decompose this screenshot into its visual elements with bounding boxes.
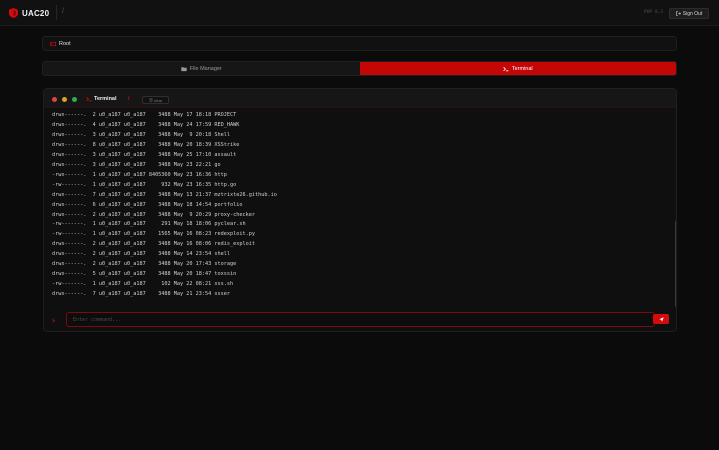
divider bbox=[56, 5, 57, 20]
send-button[interactable] bbox=[653, 314, 669, 324]
terminal-line: -rw-------. 1 u0_a187 u0_a187 102 May 22… bbox=[52, 281, 234, 288]
logout-icon bbox=[675, 11, 681, 16]
terminal-line: drwx------. 3 u0_a187 u0_a187 3488 May 2… bbox=[52, 161, 221, 168]
folder-icon bbox=[180, 66, 187, 71]
server-info: PHP 8.3 bbox=[644, 10, 663, 15]
terminal-icon bbox=[86, 96, 92, 102]
terminal-line: drwx------. 7 u0_a187 u0_a187 3488 May 1… bbox=[52, 191, 277, 198]
terminal-header: Terminal / clear bbox=[44, 89, 676, 108]
terminal-line: -rw-------. 1 u0_a187 u0_a187 1565 May 1… bbox=[52, 231, 256, 238]
drive-icon bbox=[50, 41, 56, 46]
terminal-line: drwx------. 2 u0_a187 u0_a187 3488 May 2… bbox=[52, 261, 237, 268]
terminal-panel: Terminal / clear drwx------. 2 u0_a187 u… bbox=[43, 88, 677, 332]
tab-label: File Manager bbox=[189, 65, 222, 72]
terminal-line: drwx------. 4 u0_a187 u0_a187 3488 May 2… bbox=[52, 121, 240, 128]
current-path: / bbox=[62, 8, 64, 15]
maximize-dot-icon[interactable] bbox=[72, 97, 77, 102]
breadcrumb-root[interactable]: Root bbox=[59, 41, 71, 47]
clear-button[interactable]: clear bbox=[142, 96, 169, 104]
view-tabs: File Manager Terminal bbox=[42, 61, 677, 76]
prompt-symbol: $ bbox=[52, 318, 56, 324]
scrollbar-thumb[interactable] bbox=[675, 221, 676, 307]
terminal-line: drwx------. 2 u0_a187 u0_a187 3488 May 1… bbox=[52, 251, 231, 258]
brand[interactable]: UAC20 bbox=[9, 7, 49, 19]
terminal-line: drwx------. 2 u0_a187 u0_a187 3488 May 9… bbox=[52, 211, 256, 218]
terminal-line: drwx------. 5 u0_a187 u0_a187 3488 May 2… bbox=[52, 271, 237, 278]
terminal-line: -rwx------. 1 u0_a187 u0_a187 8405360 Ma… bbox=[52, 171, 227, 178]
terminal-title-text: Terminal bbox=[94, 96, 117, 102]
terminal-line: drwx------. 7 u0_a187 u0_a187 3488 May 2… bbox=[52, 291, 231, 298]
breadcrumb: Root bbox=[42, 36, 677, 51]
tab-terminal[interactable]: Terminal bbox=[359, 62, 676, 75]
terminal-line: drwx------. 2 u0_a187 u0_a187 3488 May 1… bbox=[52, 241, 256, 248]
terminal-line: -rw-------. 1 u0_a187 u0_a187 291 May 18… bbox=[52, 221, 246, 228]
shield-logo-icon bbox=[9, 8, 18, 18]
terminal-line: drwx------. 8 u0_a187 u0_a187 3488 May 2… bbox=[52, 141, 240, 148]
terminal-line: drwx------. 3 u0_a187 u0_a187 3488 May 2… bbox=[52, 151, 237, 158]
top-bar: UAC20 / PHP 8.3 Sign Out bbox=[0, 0, 719, 26]
sign-out-button[interactable]: Sign Out bbox=[669, 8, 709, 19]
terminal-line: drwx------. 2 u0_a187 u0_a187 3488 May 1… bbox=[52, 112, 237, 118]
terminal-line: drwx------. 6 u0_a187 u0_a187 3488 May 1… bbox=[52, 201, 243, 208]
command-input[interactable] bbox=[66, 312, 655, 327]
terminal-output[interactable]: drwx------. 2 u0_a187 u0_a187 3488 May 1… bbox=[52, 112, 672, 300]
terminal-icon bbox=[503, 66, 509, 71]
sign-out-label: Sign Out bbox=[682, 10, 703, 17]
terminal-line: drwx------. 3 u0_a187 u0_a187 3488 May 9… bbox=[52, 131, 231, 138]
clear-label: clear bbox=[153, 97, 163, 103]
tab-label: Terminal bbox=[511, 65, 533, 72]
send-icon bbox=[658, 316, 664, 322]
tab-file-manager[interactable]: File Manager bbox=[43, 62, 360, 75]
trash-icon bbox=[149, 98, 153, 102]
close-dot-icon[interactable] bbox=[52, 97, 57, 102]
terminal-line: -rw-------. 1 u0_a187 u0_a187 932 May 23… bbox=[52, 181, 237, 188]
terminal-cwd: / bbox=[128, 96, 130, 102]
minimize-dot-icon[interactable] bbox=[62, 97, 67, 102]
terminal-title: Terminal bbox=[86, 96, 117, 102]
brand-name: UAC20 bbox=[22, 8, 50, 18]
